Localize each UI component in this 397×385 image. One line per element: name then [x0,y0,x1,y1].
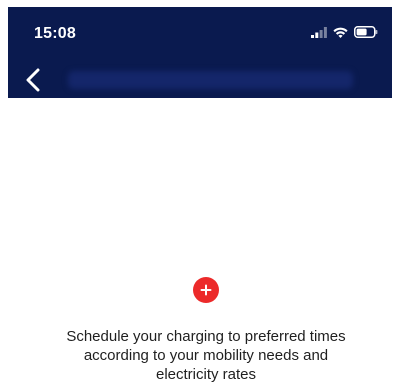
back-button[interactable] [20,67,46,93]
status-time: 15:08 [34,25,76,42]
plus-icon [200,284,212,296]
header-title [68,71,353,89]
description-line-2: according to your mobility needs and [83,347,329,364]
wifi-icon [333,27,348,38]
description-line-3: electricity rates [155,366,257,383]
signal-icon [311,26,327,38]
add-schedule-button[interactable] [193,277,219,303]
app-header: 15:08 [8,7,392,98]
status-icons [311,26,378,38]
chevron-left-icon [26,68,40,92]
description-line-1: Schedule your charging to preferred time… [66,328,346,345]
empty-state-description: Schedule your charging to preferred time… [20,327,392,384]
battery-icon [354,26,378,38]
